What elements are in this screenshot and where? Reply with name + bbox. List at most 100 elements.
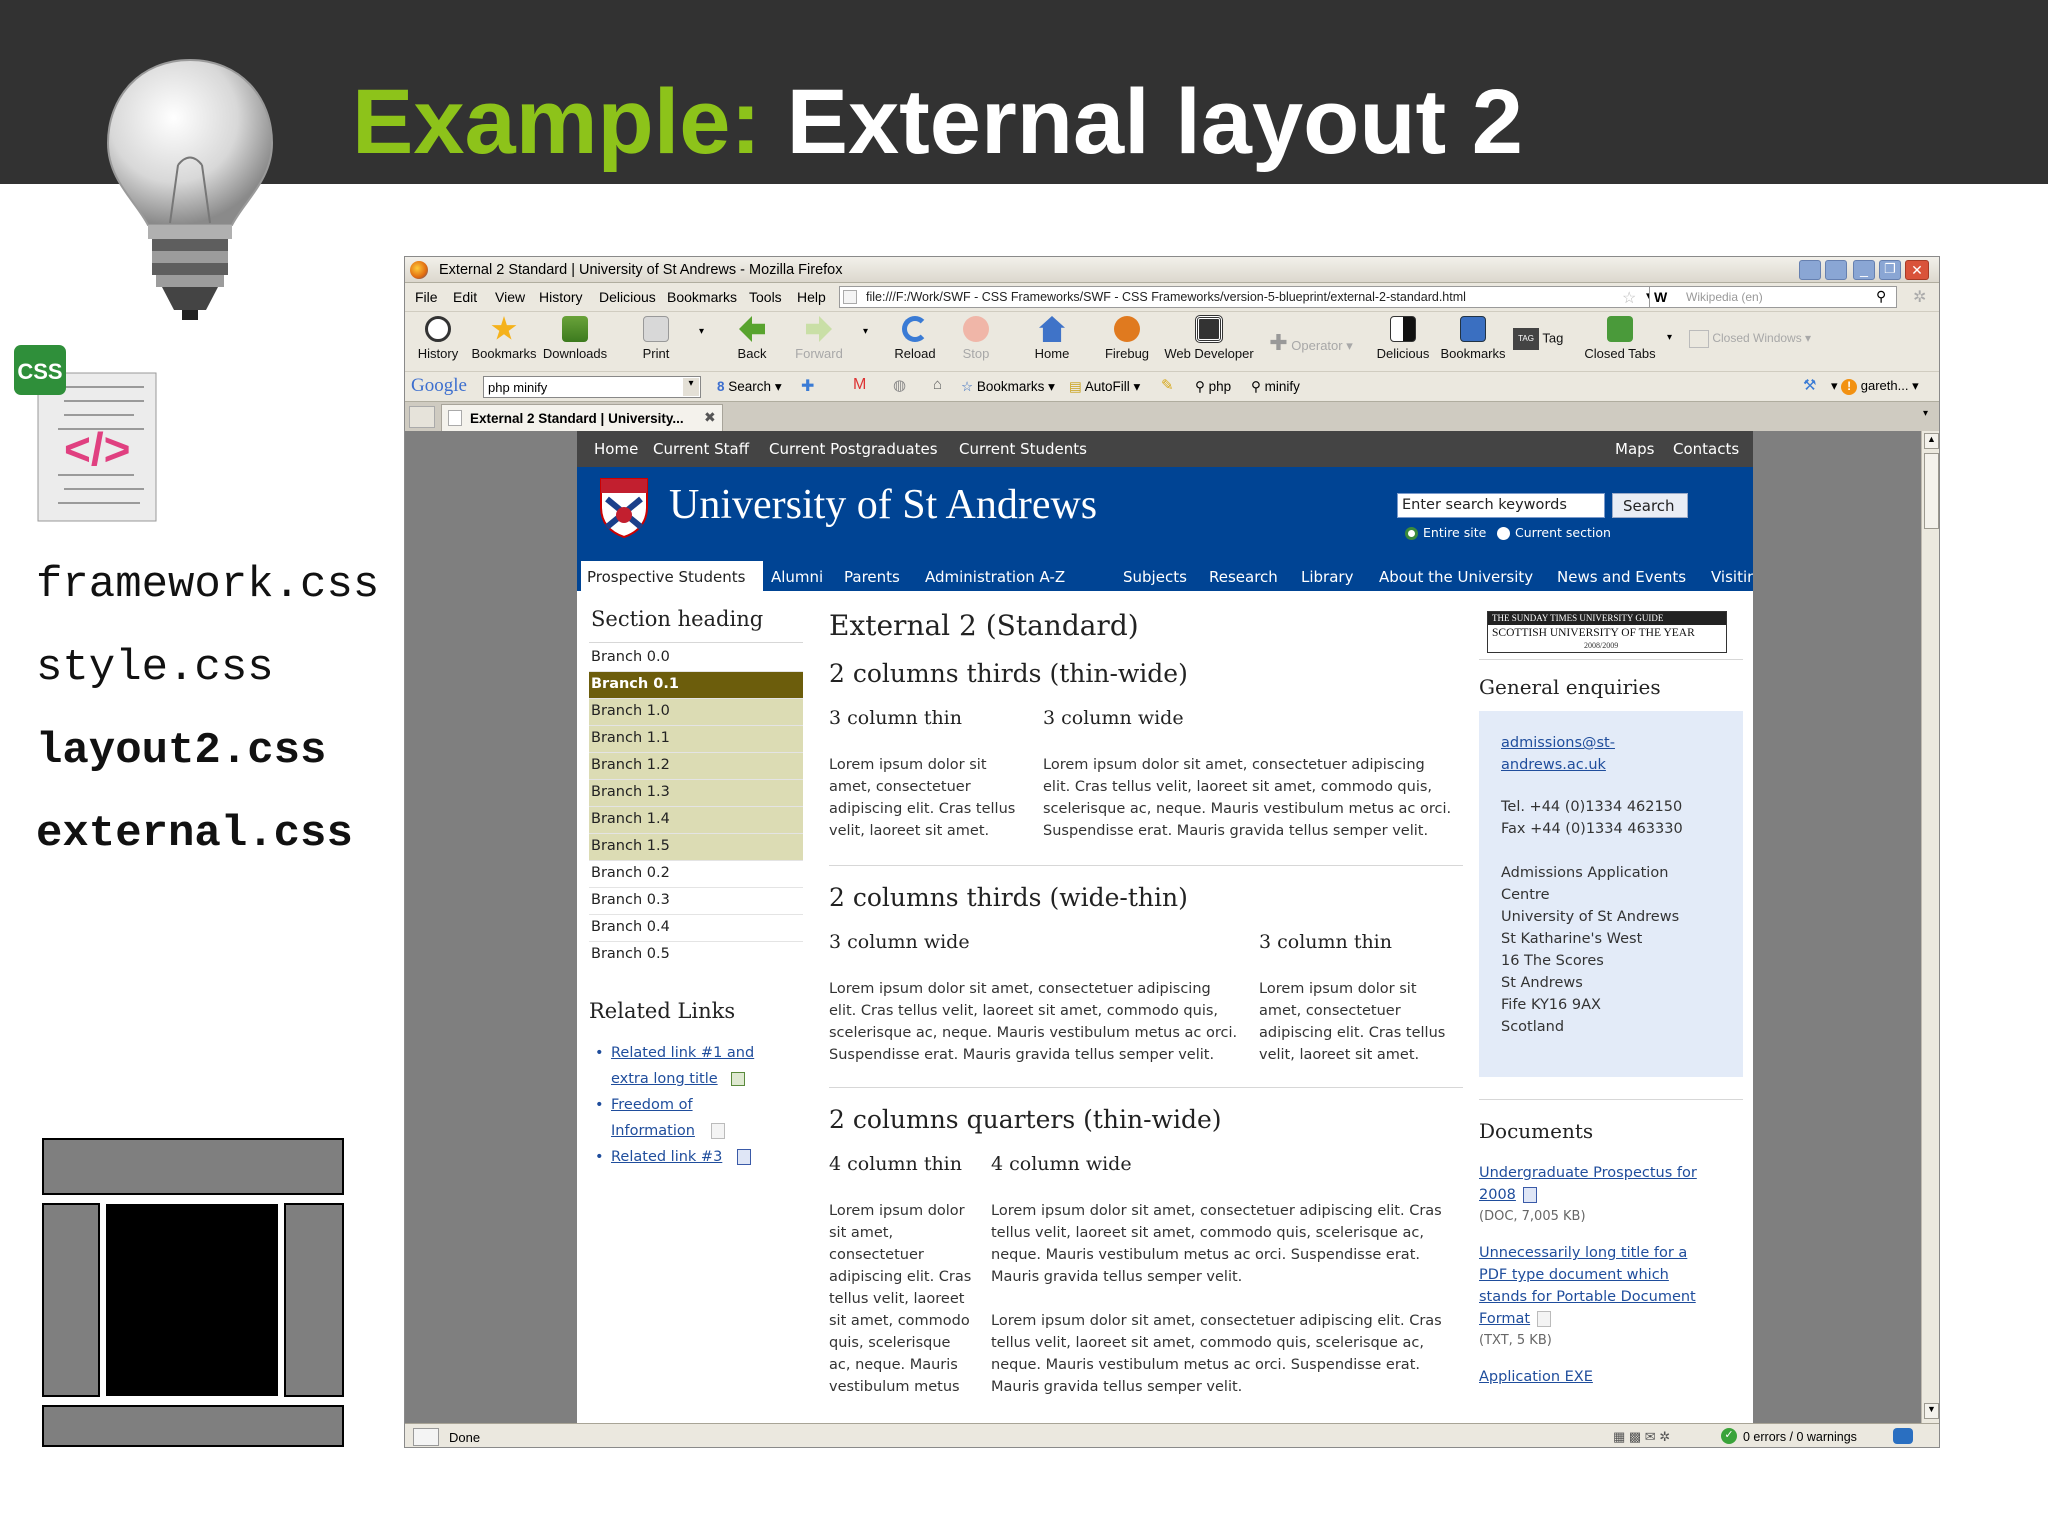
window-extra-button[interactable] bbox=[1799, 260, 1821, 280]
menu-tools[interactable]: Tools bbox=[749, 289, 782, 305]
tab-about[interactable]: About the University bbox=[1379, 568, 1533, 586]
magnifier-icon[interactable]: ⚲ bbox=[1876, 288, 1886, 305]
firebug-button[interactable]: Firebug bbox=[1097, 316, 1157, 361]
closed-tabs-dropdown-icon[interactable]: ▾ bbox=[1667, 332, 1672, 343]
google-dropdown-icon[interactable]: ▾ bbox=[683, 378, 699, 396]
highlighter-icon[interactable]: ✎ bbox=[1161, 376, 1174, 394]
stop-button[interactable]: Stop bbox=[953, 316, 999, 361]
doc-pdf-link[interactable]: stands for Portable Document bbox=[1479, 1289, 1696, 1305]
google-search-input[interactable]: php minify ▾ bbox=[483, 376, 701, 398]
radio-entire-site[interactable] bbox=[1405, 527, 1418, 540]
star-icon[interactable]: ☆ bbox=[1622, 288, 1636, 308]
php-button[interactable]: ⚲ php bbox=[1195, 379, 1231, 395]
google-user-button[interactable]: ▾ ! gareth... ▾ bbox=[1831, 378, 1919, 395]
window-extra-button-2[interactable] bbox=[1825, 260, 1847, 280]
autofill-button[interactable]: ▤ AutoFill ▾ bbox=[1069, 379, 1140, 395]
branch-1-1[interactable]: Branch 1.1 bbox=[589, 726, 803, 753]
related-link-1-cont[interactable]: extra long title bbox=[611, 1071, 718, 1087]
history-button[interactable]: History bbox=[413, 316, 463, 361]
menu-delicious[interactable]: Delicious bbox=[599, 289, 656, 305]
branch-0-1[interactable]: Branch 0.1 bbox=[589, 672, 803, 699]
doc-application-link[interactable]: Application EXE bbox=[1479, 1369, 1593, 1385]
topnav-maps[interactable]: Maps bbox=[1615, 440, 1654, 458]
search-engine-box[interactable]: W Wikipedia (en) ⚲ bbox=[1649, 286, 1897, 308]
building-icon[interactable]: ⌂ bbox=[933, 376, 942, 393]
tab-parents[interactable]: Parents bbox=[844, 568, 900, 586]
reload-button[interactable]: Reload bbox=[885, 316, 945, 361]
scroll-thumb[interactable] bbox=[1924, 453, 1939, 529]
minify-button[interactable]: ⚲ minify bbox=[1251, 379, 1300, 395]
delicious-bookmarks-button[interactable]: Bookmarks bbox=[1439, 316, 1507, 361]
related-link-2[interactable]: Freedom of bbox=[611, 1097, 693, 1113]
tab-news-events[interactable]: News and Events bbox=[1557, 568, 1686, 586]
close-window-button[interactable]: ✕ bbox=[1905, 260, 1929, 280]
related-link-3[interactable]: Related link #3 bbox=[611, 1149, 722, 1165]
topnav-current-postgraduates[interactable]: Current Postgraduates bbox=[769, 440, 938, 458]
menu-help[interactable]: Help bbox=[797, 289, 826, 305]
print-button[interactable]: Print bbox=[633, 316, 679, 361]
back-button[interactable]: Back bbox=[729, 316, 775, 361]
branch-0-5[interactable]: Branch 0.5 bbox=[589, 942, 803, 969]
gmail-icon[interactable]: M bbox=[853, 376, 866, 394]
minimize-button[interactable]: _ bbox=[1853, 260, 1875, 280]
menu-view[interactable]: View bbox=[495, 289, 525, 305]
vertical-scrollbar[interactable]: ▲ ▼ bbox=[1921, 431, 1939, 1423]
branch-0-0[interactable]: Branch 0.0 bbox=[589, 645, 803, 672]
related-link-2-cont[interactable]: Information bbox=[611, 1123, 695, 1139]
downloads-button[interactable]: Downloads bbox=[541, 316, 609, 361]
menu-bookmarks[interactable]: Bookmarks bbox=[667, 289, 737, 305]
tab-alumni[interactable]: Alumni bbox=[771, 568, 823, 586]
related-link-1[interactable]: Related link #1 and bbox=[611, 1045, 754, 1061]
delicious-button[interactable]: Delicious bbox=[1373, 316, 1433, 361]
tab-visiting[interactable]: Visiting bbox=[1711, 568, 1753, 586]
email-link[interactable]: admissions@st- bbox=[1501, 735, 1615, 751]
scroll-down-arrow-icon[interactable]: ▼ bbox=[1924, 1403, 1939, 1419]
tab-subjects[interactable]: Subjects bbox=[1123, 568, 1187, 586]
closed-windows-button[interactable]: Closed Windows ▾ bbox=[1689, 330, 1829, 348]
tab-list-icon[interactable]: ▾ bbox=[1923, 408, 1928, 419]
operator-button[interactable]: ✚ Operator ▾ bbox=[1261, 330, 1361, 356]
topnav-current-students[interactable]: Current Students bbox=[959, 440, 1087, 458]
bookmarks-sidebar-button[interactable]: Bookmarks bbox=[471, 316, 537, 361]
tab-close-icon[interactable]: ✖ bbox=[704, 409, 716, 426]
wrench-icon[interactable]: ⚒ bbox=[1803, 376, 1816, 394]
print-dropdown-icon[interactable]: ▾ bbox=[699, 326, 704, 337]
tab-administration[interactable]: Administration A-Z bbox=[925, 568, 1065, 586]
wikipedia-icon[interactable]: W bbox=[1654, 289, 1667, 305]
gear-icon[interactable]: ✲ bbox=[1913, 287, 1926, 307]
validator-check-icon[interactable]: ✓ bbox=[1721, 1428, 1737, 1444]
tab-prospective-students[interactable]: Prospective Students bbox=[581, 561, 763, 591]
google-plus-icon[interactable]: ✚ bbox=[801, 376, 814, 396]
forward-button[interactable]: Forward bbox=[789, 316, 849, 361]
doc-pdf-link[interactable]: PDF type document which bbox=[1479, 1267, 1669, 1283]
tab-research[interactable]: Research bbox=[1209, 568, 1278, 586]
branch-1-4[interactable]: Branch 1.4 bbox=[589, 807, 803, 834]
tab-library[interactable]: Library bbox=[1301, 568, 1353, 586]
google-bookmarks-button[interactable]: ☆ Bookmarks ▾ bbox=[961, 379, 1055, 395]
doc-pdf-link[interactable]: Format bbox=[1479, 1311, 1530, 1327]
url-bar[interactable]: file:///F:/Work/SWF - CSS Frameworks/SWF… bbox=[839, 286, 1663, 308]
topnav-current-staff[interactable]: Current Staff bbox=[653, 440, 749, 458]
home-button[interactable]: Home bbox=[1029, 316, 1075, 361]
cloud-icon[interactable] bbox=[1893, 1428, 1913, 1444]
tag-button[interactable]: TAG Tag bbox=[1513, 328, 1577, 350]
menu-file[interactable]: File bbox=[415, 289, 438, 305]
branch-1-3[interactable]: Branch 1.3 bbox=[589, 780, 803, 807]
branch-1-0[interactable]: Branch 1.0 bbox=[589, 699, 803, 726]
topnav-home[interactable]: Home bbox=[594, 440, 638, 458]
active-tab[interactable]: External 2 Standard | University... ✖ bbox=[441, 404, 723, 432]
doc-prospectus-link[interactable]: Undergraduate Prospectus for bbox=[1479, 1165, 1697, 1181]
web-developer-button[interactable]: Web Developer bbox=[1161, 315, 1257, 361]
topnav-contacts[interactable]: Contacts bbox=[1673, 440, 1739, 458]
closed-tabs-button[interactable]: Closed Tabs bbox=[1583, 316, 1657, 361]
menu-history[interactable]: History bbox=[539, 289, 583, 305]
branch-0-2[interactable]: Branch 0.2 bbox=[589, 861, 803, 888]
news-icon[interactable]: ◍ bbox=[893, 376, 906, 394]
site-search-button[interactable]: Search bbox=[1612, 493, 1688, 518]
menu-edit[interactable]: Edit bbox=[453, 289, 477, 305]
branch-1-2[interactable]: Branch 1.2 bbox=[589, 753, 803, 780]
site-search-input[interactable]: Enter search keywords bbox=[1397, 493, 1605, 518]
google-search-button[interactable]: 8 Search ▾ bbox=[717, 379, 782, 395]
doc-pdf-link[interactable]: Unnecessarily long title for a bbox=[1479, 1245, 1687, 1261]
branch-1-5[interactable]: Branch 1.5 bbox=[589, 834, 803, 861]
